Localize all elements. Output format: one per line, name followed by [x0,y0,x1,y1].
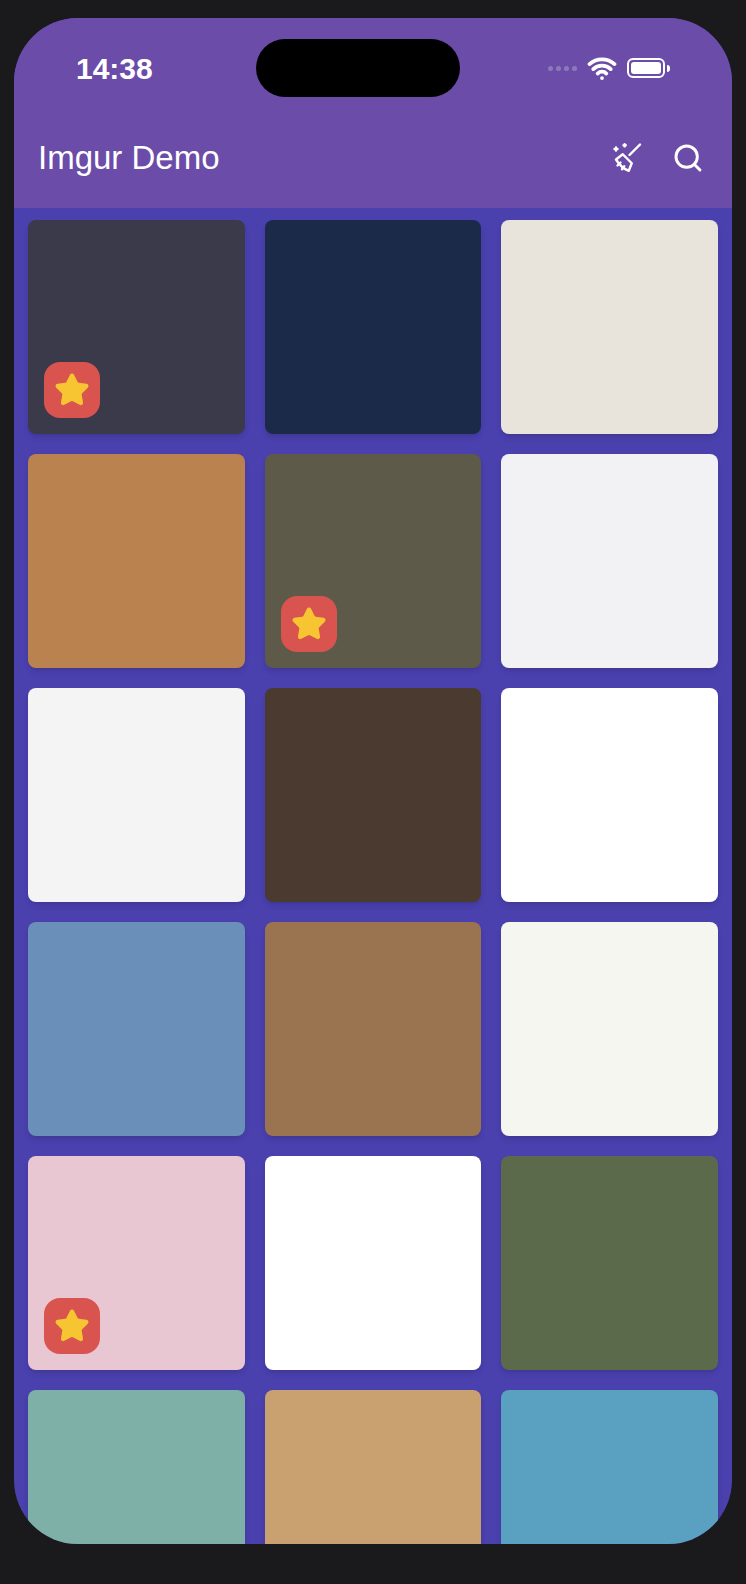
gallery-tile[interactable] [501,1390,718,1544]
gallery-tile[interactable] [501,1156,718,1370]
gallery-tile[interactable] [28,1390,245,1544]
gallery-tile[interactable] [501,220,718,434]
app-title: Imgur Demo [38,133,220,183]
gallery-tile[interactable] [28,220,245,434]
favorite-badge[interactable] [44,362,100,418]
gallery-tile[interactable] [28,688,245,902]
gallery-tile[interactable] [265,922,482,1136]
gallery-tile[interactable] [265,1390,482,1544]
gallery-tile[interactable] [28,454,245,668]
status-time: 14:38 [76,46,196,91]
gallery-tile[interactable] [501,454,718,668]
star-icon [54,1308,90,1344]
clean-icon[interactable] [610,140,646,176]
app-bar: Imgur Demo [14,116,732,208]
battery-icon [627,58,670,78]
gallery-tile[interactable] [265,1156,482,1370]
gallery-tile[interactable] [265,454,482,668]
signal-icon [548,66,577,71]
gallery [14,208,732,1544]
phone: 14:38 Imgur Demo [0,0,746,1584]
wifi-icon [587,53,617,83]
status-bar: 14:38 [14,18,732,116]
screen: 14:38 Imgur Demo [14,18,732,1544]
star-icon [54,372,90,408]
star-icon [291,606,327,642]
header: 14:38 Imgur Demo [14,18,732,208]
gallery-tile[interactable] [265,220,482,434]
gallery-tile[interactable] [28,1156,245,1370]
gallery-tile[interactable] [265,688,482,902]
favorite-badge[interactable] [44,1298,100,1354]
gallery-tile[interactable] [501,922,718,1136]
search-icon[interactable] [672,142,704,174]
favorite-badge[interactable] [281,596,337,652]
gallery-tile[interactable] [501,688,718,902]
gallery-tile[interactable] [28,922,245,1136]
dynamic-island [256,39,460,97]
